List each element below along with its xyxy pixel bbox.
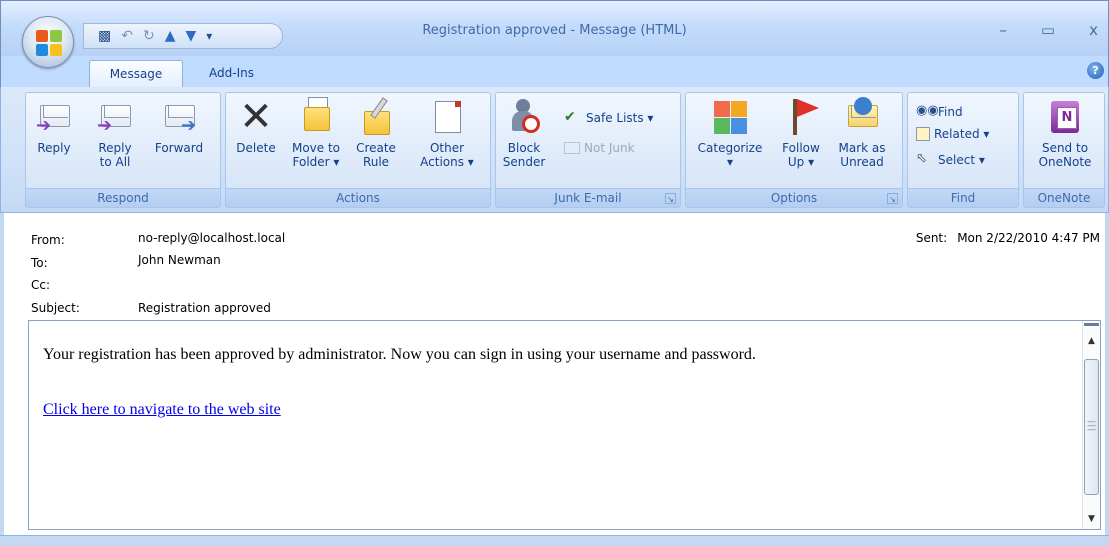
categorize-icon xyxy=(712,97,748,137)
create-rule-button[interactable]: Create Rule xyxy=(352,97,400,169)
sent-value: Mon 2/22/2010 4:47 PM xyxy=(957,231,1100,245)
group-find: ◉◉ Find Related ▾ ⬁ Select ▾ Find xyxy=(907,92,1019,208)
categorize-button[interactable]: Categorize ▾ xyxy=(690,97,770,169)
reply-all-icon: ➔ xyxy=(97,97,133,137)
group-actions: ✕ Delete Move to Folder ▾ Create Rule Ot… xyxy=(225,92,491,208)
forward-button[interactable]: ➔ Forward xyxy=(144,97,214,155)
safe-lists-icon: ✔ xyxy=(564,109,576,125)
office-button[interactable] xyxy=(22,16,74,68)
other-actions-icon xyxy=(429,97,465,137)
ribbon: ➔ Reply ➔ Reply to All ➔ Forward Respond… xyxy=(0,87,1109,213)
vertical-scrollbar[interactable]: ▲ — — — ▼ xyxy=(1082,321,1100,529)
split-handle[interactable] xyxy=(1084,323,1099,326)
from-label: From: xyxy=(31,233,65,247)
save-icon[interactable]: ▩ xyxy=(98,29,111,43)
office-logo-icon xyxy=(36,30,62,56)
group-junk-email: Block Sender ✔ Safe Lists ▾ Not Junk Jun… xyxy=(495,92,681,208)
create-rule-icon xyxy=(358,97,394,137)
message-body[interactable]: Your registration has been approved by a… xyxy=(28,320,1101,530)
scroll-thumb[interactable]: — — — xyxy=(1084,359,1099,495)
binoculars-icon: ◉◉ xyxy=(916,103,939,118)
related-button[interactable]: Related ▾ xyxy=(916,127,989,141)
sent-label: Sent: xyxy=(915,231,948,245)
not-junk-icon xyxy=(564,142,580,154)
sent-field: Sent: Mon 2/22/2010 4:47 PM xyxy=(916,231,1100,245)
scroll-up-icon[interactable]: ▲ xyxy=(1084,333,1099,349)
group-respond: ➔ Reply ➔ Reply to All ➔ Forward Respond xyxy=(25,92,221,208)
redo-icon[interactable]: ↻ xyxy=(143,29,155,43)
tab-add-ins[interactable]: Add-Ins xyxy=(195,60,268,87)
send-to-onenote-button[interactable]: N Send to OneNote xyxy=(1028,97,1102,169)
to-label: To: xyxy=(31,256,48,270)
find-button[interactable]: ◉◉ Find xyxy=(916,103,963,121)
minimize-button[interactable]: – xyxy=(999,21,1007,39)
group-label-actions: Actions xyxy=(226,188,490,207)
follow-up-flag-icon xyxy=(783,97,819,137)
group-label-junk-email: Junk E-mail ↘ xyxy=(496,188,680,207)
reply-button[interactable]: ➔ Reply xyxy=(32,97,76,155)
quick-access-toolbar: ▩ ↶ ↻ ▲ ▼ ▾ xyxy=(83,23,283,49)
junk-email-dialog-launcher-icon[interactable]: ↘ xyxy=(665,193,676,204)
reply-all-button[interactable]: ➔ Reply to All xyxy=(90,97,140,169)
group-label-respond: Respond xyxy=(26,188,220,207)
previous-item-icon[interactable]: ▲ xyxy=(165,29,176,43)
group-onenote: N Send to OneNote OneNote xyxy=(1023,92,1105,208)
group-options: Categorize ▾ Follow Up ▾ Mark as Unread … xyxy=(685,92,903,208)
help-icon[interactable]: ? xyxy=(1087,62,1104,79)
next-item-icon[interactable]: ▼ xyxy=(185,29,196,43)
window-frame-bottom xyxy=(0,535,1109,546)
close-button[interactable]: x xyxy=(1089,21,1098,39)
other-actions-button[interactable]: Other Actions ▾ xyxy=(412,97,482,169)
forward-icon: ➔ xyxy=(161,97,197,137)
reply-icon: ➔ xyxy=(36,97,72,137)
select-button[interactable]: ⬁ Select ▾ xyxy=(916,151,985,169)
message-text: Your registration has been approved by a… xyxy=(43,346,756,363)
scroll-down-icon[interactable]: ▼ xyxy=(1084,511,1099,527)
maximize-button[interactable]: ▭ xyxy=(1041,21,1055,39)
tab-message[interactable]: Message xyxy=(89,60,183,87)
not-junk-button[interactable]: Not Junk xyxy=(564,141,635,155)
delete-icon: ✕ xyxy=(239,94,273,140)
safe-lists-button[interactable]: ✔ Safe Lists ▾ xyxy=(564,109,653,127)
from-value[interactable]: no-reply@localhost.local xyxy=(138,231,285,245)
related-icon xyxy=(916,127,930,141)
group-label-options: Options ↘ xyxy=(686,188,902,207)
subject-label: Subject: xyxy=(31,301,80,315)
mark-as-unread-button[interactable]: Mark as Unread xyxy=(832,97,892,169)
group-label-onenote: OneNote xyxy=(1024,188,1104,207)
title-bar: ▩ ↶ ↻ ▲ ▼ ▾ Registration approved - Mess… xyxy=(0,0,1109,56)
block-sender-button[interactable]: Block Sender xyxy=(500,97,548,169)
delete-button[interactable]: ✕ Delete xyxy=(232,97,280,155)
move-to-folder-icon xyxy=(298,97,334,137)
undo-icon[interactable]: ↶ xyxy=(121,29,133,43)
onenote-icon: N xyxy=(1047,97,1083,137)
cc-label: Cc: xyxy=(31,278,51,292)
mark-as-unread-icon xyxy=(844,97,880,137)
group-label-find: Find xyxy=(908,188,1018,207)
customize-qat-button[interactable]: ▾ xyxy=(206,29,212,43)
message-header: From: no-reply@localhost.local To: John … xyxy=(0,213,1109,318)
follow-up-button[interactable]: Follow Up ▾ xyxy=(776,97,826,169)
options-dialog-launcher-icon[interactable]: ↘ xyxy=(887,193,898,204)
ribbon-tabs: Message Add-Ins ? xyxy=(0,56,1109,87)
move-to-folder-button[interactable]: Move to Folder ▾ xyxy=(288,97,344,169)
block-sender-icon xyxy=(506,97,542,137)
cursor-arrow-icon: ⬁ xyxy=(916,151,927,166)
window-frame-right xyxy=(1105,213,1109,535)
to-value[interactable]: John Newman xyxy=(138,253,221,267)
subject-value: Registration approved xyxy=(138,301,271,315)
website-link[interactable]: Click here to navigate to the web site xyxy=(43,401,281,419)
window-frame-left xyxy=(0,213,4,535)
